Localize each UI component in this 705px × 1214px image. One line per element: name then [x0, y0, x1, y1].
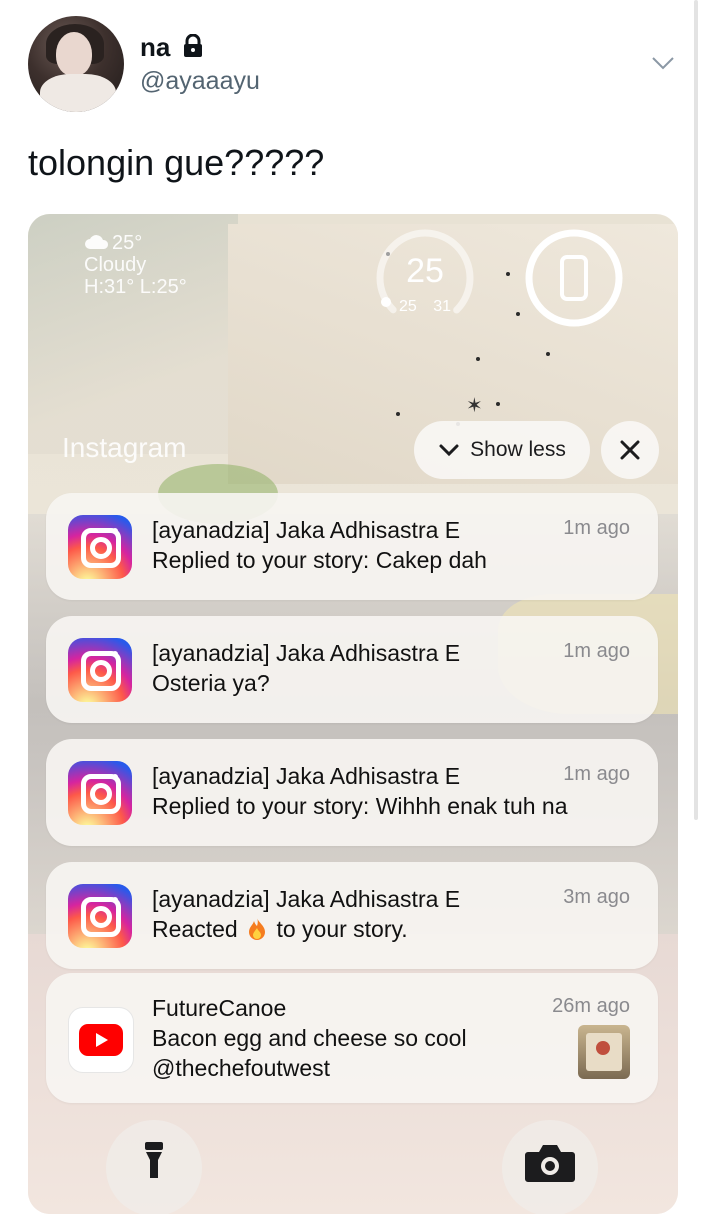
notification-time: 3m ago — [563, 886, 630, 908]
chevron-down-icon[interactable] — [648, 50, 678, 76]
instagram-icon — [68, 884, 132, 948]
notification-title: [ayanadzia] Jaka Adhisastra E — [152, 886, 461, 912]
show-less-button[interactable]: Show less — [414, 421, 590, 479]
tweet-media-image[interactable]: ✶ 25° Cloudy H:31° L:25° 25 25 31 Instag… — [28, 214, 678, 1214]
notification-body: Bacon egg and cheese so cool @thechefout… — [152, 1023, 467, 1083]
user-handle[interactable]: @ayaaayu — [140, 67, 260, 96]
instagram-icon — [68, 761, 132, 825]
temperature-range: 25 31 — [398, 298, 452, 315]
notification-body: Replied to your story: Cakep dah — [152, 547, 487, 573]
notification-title: [ayanadzia] Jaka Adhisastra E — [152, 517, 461, 543]
notification-body-suffix: to your story. — [276, 916, 408, 942]
notification-title: FutureCanoe — [152, 995, 287, 1021]
notification-title: [ayanadzia] Jaka Adhisastra E — [152, 640, 461, 666]
notification-card[interactable]: [ayanadzia] Jaka Adhisastra E 1m ago Rep… — [46, 739, 658, 846]
svg-text:✶: ✶ — [466, 393, 483, 417]
close-icon — [620, 440, 640, 460]
notification-time: 1m ago — [563, 763, 630, 785]
page-scrollbar[interactable] — [694, 0, 698, 820]
show-less-label: Show less — [470, 438, 566, 461]
fire-emoji-icon — [249, 918, 266, 940]
notification-card[interactable]: [ayanadzia] Jaka Adhisastra E 1m ago Ost… — [46, 616, 658, 723]
weather-temp: 25° — [112, 232, 143, 254]
phone-battery-icon[interactable] — [522, 226, 626, 330]
instagram-icon — [68, 638, 132, 702]
temperature-current: 25 — [406, 252, 444, 290]
notification-time: 26m ago — [552, 995, 630, 1017]
notification-title: [ayanadzia] Jaka Adhisastra E — [152, 763, 461, 789]
display-name[interactable]: na — [140, 32, 170, 63]
notification-body-line: Bacon egg and cheese so cool — [152, 1025, 467, 1051]
lock-icon — [184, 34, 202, 57]
weather-condition: Cloudy — [84, 254, 147, 276]
cloud-icon — [85, 235, 109, 249]
youtube-icon — [68, 1007, 134, 1073]
camera-icon — [525, 1145, 575, 1182]
notification-body-prefix: Reacted — [152, 916, 238, 942]
notification-group-app-label: Instagram — [62, 432, 187, 463]
notification-body: Replied to your story: Wihhh enak tuh na — [152, 793, 568, 819]
tweet-text: tolongin gue????? — [28, 142, 325, 183]
notification-card[interactable]: FutureCanoe 26m ago Bacon egg and cheese… — [46, 973, 658, 1103]
notification-time: 1m ago — [563, 517, 630, 539]
notification-body: Reacted to your story. — [152, 914, 408, 944]
weather-high-low: H:31° L:25° — [84, 276, 187, 298]
notification-thumbnail — [578, 1025, 630, 1079]
notification-card[interactable]: [ayanadzia] Jaka Adhisastra E 1m ago Rep… — [46, 493, 658, 600]
flashlight-icon — [145, 1142, 163, 1178]
instagram-icon — [68, 515, 132, 579]
close-button[interactable] — [601, 421, 659, 479]
notification-card[interactable]: [ayanadzia] Jaka Adhisastra E 3m ago Rea… — [46, 862, 658, 969]
weather-widget[interactable]: 25° Cloudy H:31° L:25° — [84, 232, 187, 298]
notification-body-line: @thechefoutwest — [152, 1055, 331, 1081]
notification-body: Osteria ya? — [152, 670, 270, 696]
notification-time: 1m ago — [563, 640, 630, 662]
chevron-down-icon — [439, 444, 459, 457]
avatar[interactable] — [28, 16, 124, 112]
